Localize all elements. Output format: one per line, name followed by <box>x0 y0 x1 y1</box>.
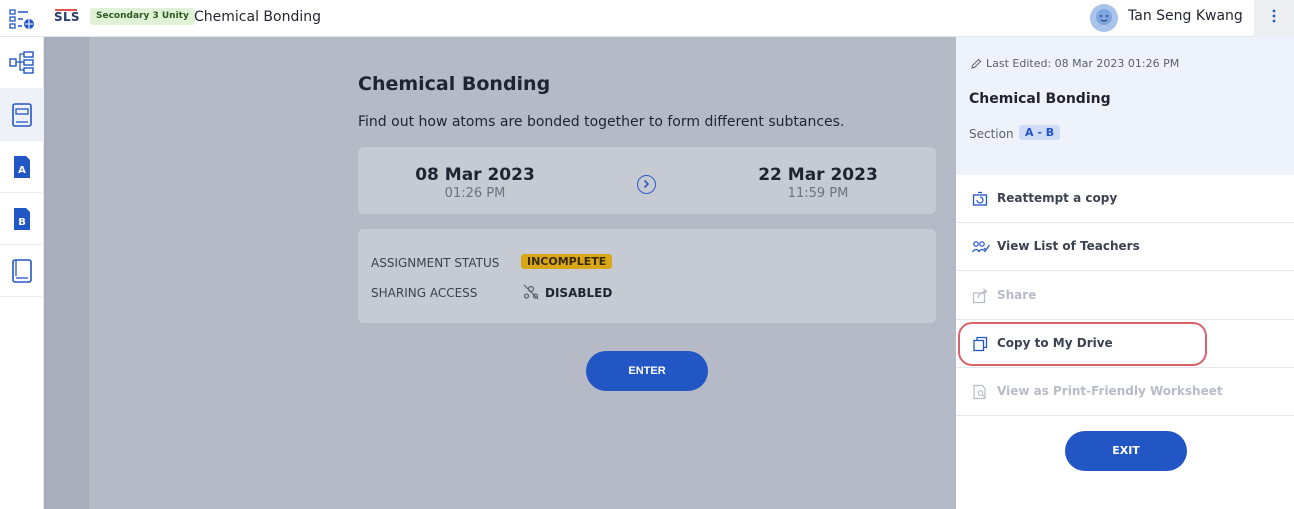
assignment-status-row: ASSIGNMENT STATUS <box>371 256 521 270</box>
assignment-status-label: ASSIGNMENT STATUS <box>371 256 500 270</box>
user-name[interactable]: Tan Seng Kwang <box>1128 8 1243 24</box>
rail-item-section-a[interactable]: A <box>0 141 44 193</box>
share-icon <box>972 288 988 304</box>
reattempt-copy-label: Reattempt a copy <box>997 191 1118 205</box>
left-rail: A B <box>0 37 44 509</box>
book-icon <box>12 259 32 283</box>
copy-to-drive-label: Copy to My Drive <box>997 336 1113 350</box>
section-badge: A - B <box>1019 125 1061 140</box>
notebook-icon <box>12 103 32 127</box>
start-date-block: 08 Mar 2023 01:26 PM <box>385 165 565 201</box>
sharing-access-row: SHARING ACCESS <box>371 286 521 300</box>
last-edited: Last Edited: 08 Mar 2023 01:26 PM <box>971 57 1179 70</box>
teachers-icon <box>972 241 990 253</box>
rail-item-book[interactable] <box>0 245 44 297</box>
kebab-menu-button[interactable] <box>1254 0 1294 37</box>
status-card: ASSIGNMENT STATUS INCOMPLETE SHARING ACC… <box>358 229 936 323</box>
sharing-access-value: DISABLED <box>545 286 613 300</box>
copy-icon <box>973 336 988 352</box>
rail-item-section-b[interactable]: B <box>0 193 44 245</box>
sls-logo[interactable]: SLS <box>54 10 80 24</box>
side-panel: Last Edited: 08 Mar 2023 01:26 PM Chemic… <box>956 37 1294 509</box>
copy-to-drive-action[interactable]: Copy to My Drive <box>956 320 1294 368</box>
print-worksheet-label: View as Print-Friendly Worksheet <box>997 384 1223 398</box>
view-teachers-label: View List of Teachers <box>997 239 1140 253</box>
end-date: 22 Mar 2023 <box>758 165 878 185</box>
panel-header: Last Edited: 08 Mar 2023 01:26 PM Chemic… <box>956 37 1294 175</box>
end-date-block: 22 Mar 2023 11:59 PM <box>728 165 908 201</box>
exit-button[interactable]: EXIT <box>1065 431 1187 471</box>
share-action[interactable]: Share <box>956 272 1294 320</box>
task-list-globe-icon[interactable] <box>9 7 35 31</box>
overlay-side-strip <box>44 37 89 509</box>
pencil-icon <box>971 58 982 69</box>
class-badge: Secondary 3 Unity <box>90 8 195 25</box>
page-title: Chemical Bonding <box>194 9 321 25</box>
arrow-right-icon <box>637 175 656 194</box>
avatar[interactable] <box>1090 4 1118 32</box>
view-teachers-action[interactable]: View List of Teachers <box>956 223 1294 271</box>
sharing-disabled-icon <box>523 284 539 300</box>
top-bar: SLS Secondary 3 Unity Chemical Bonding T… <box>0 0 1294 37</box>
rail-item-lesson-map[interactable] <box>0 37 44 89</box>
start-time: 01:26 PM <box>444 186 506 201</box>
start-date: 08 Mar 2023 <box>415 165 535 185</box>
last-edited-text: Last Edited: 08 Mar 2023 01:26 PM <box>986 57 1180 70</box>
reattempt-copy-action[interactable]: Reattempt a copy <box>956 175 1294 223</box>
enter-button[interactable]: ENTER <box>586 351 708 391</box>
section-label: Section <box>969 127 1014 141</box>
share-label: Share <box>997 288 1037 302</box>
status-badge: INCOMPLETE <box>521 254 613 269</box>
panel-title: Chemical Bonding <box>969 91 1111 107</box>
kebab-menu-icon <box>1272 9 1276 23</box>
section-b-icon: B <box>14 208 30 230</box>
date-range-card: 08 Mar 2023 01:26 PM 22 Mar 2023 11:59 P… <box>358 147 936 214</box>
section-a-icon: A <box>14 156 30 178</box>
assignment-description: Find out how atoms are bonded together t… <box>358 114 845 130</box>
rail-item-notebook[interactable] <box>0 89 44 141</box>
print-worksheet-icon <box>973 384 986 400</box>
sharing-access-label: SHARING ACCESS <box>371 286 478 300</box>
assignment-title: Chemical Bonding <box>358 73 551 95</box>
end-time: 11:59 PM <box>787 186 849 201</box>
sharing-access-value-wrap: DISABLED <box>523 284 612 300</box>
print-worksheet-action[interactable]: View as Print-Friendly Worksheet <box>956 368 1294 416</box>
reattempt-icon <box>972 191 988 206</box>
section-b-letter: B <box>18 217 26 228</box>
lesson-map-icon <box>9 51 34 74</box>
section-a-letter: A <box>18 165 26 176</box>
